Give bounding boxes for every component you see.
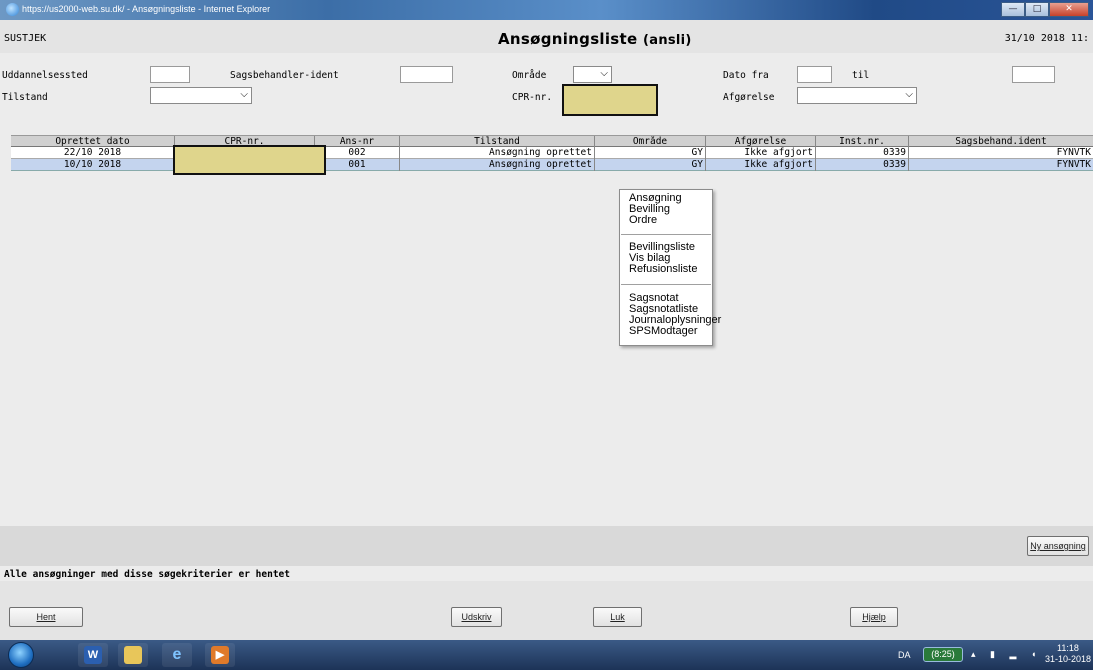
hjaelp-button[interactable]: Hjælp: [850, 607, 898, 627]
page-title: Ansøgningsliste (ansli): [498, 30, 692, 48]
cell-ans-nr: 001: [315, 159, 400, 171]
tray-icons[interactable]: ▴ ▮ ▂ ◖: [971, 649, 1042, 660]
menu-item-spsmodtager[interactable]: SPSModtager: [629, 326, 697, 337]
til-label: til: [852, 70, 870, 81]
word-icon: W: [84, 646, 102, 664]
app-client-area: SUSTJEK Ansøgningsliste (ansli) 31/10 20…: [0, 20, 1093, 640]
internet-explorer-icon: [6, 3, 19, 16]
omraade-label: Område: [512, 70, 547, 81]
omraade-select[interactable]: ⌵: [573, 66, 612, 83]
cell-oprettet-dato: 10/10 2018: [11, 159, 175, 171]
maximize-button[interactable]: □: [1025, 2, 1049, 17]
til-input[interactable]: [1012, 66, 1055, 83]
cell-inst-nr: 0339: [816, 159, 909, 171]
uddannelsessted-label: Uddannelsessted: [2, 70, 88, 81]
button-bar: Hent Udskriv Luk Hjælp: [0, 581, 1093, 640]
uddannelsessted-input[interactable]: [150, 66, 190, 83]
window-controls: — □ ✕: [1001, 2, 1089, 17]
cell-omraade: GY: [595, 159, 706, 171]
chevron-down-icon: ⌵: [600, 68, 608, 79]
luk-button[interactable]: Luk: [593, 607, 642, 627]
cell-tilstand: Ansøgning oprettet: [400, 159, 595, 171]
cell-sagsbehand-ident: FYNVTK: [1056, 159, 1091, 170]
cell-inst-nr: 0339: [816, 147, 909, 159]
menu-separator: [621, 284, 711, 285]
system-name: SUSTJEK: [4, 33, 47, 44]
udskriv-button[interactable]: Udskriv: [451, 607, 502, 627]
taskbar: W e ▶ DA (8:25) ▴ ▮ ▂ ◖ 11:18 31-10-2018: [0, 640, 1093, 670]
taskbar-internet-explorer[interactable]: e: [162, 643, 192, 667]
media-player-icon: ▶: [211, 646, 229, 664]
cell-afgoerelse: Ikke afgjort: [706, 147, 816, 159]
cell-ans-nr: 002: [315, 147, 400, 159]
hent-button[interactable]: Hent: [9, 607, 83, 627]
taskbar-word[interactable]: W: [78, 643, 108, 667]
cell-oprettet-dato: 22/10 2018: [11, 147, 175, 159]
sagsbehandler-input[interactable]: [400, 66, 453, 83]
clock-date: 31-10-2018: [1044, 654, 1091, 664]
menu-item-refusionsliste[interactable]: Refusionsliste: [629, 264, 697, 275]
cell-afgoerelse: Ikke afgjort: [706, 159, 816, 171]
window-title-bar: https://us2000-web.su.dk/ - Ansøgningsli…: [0, 0, 1093, 20]
ny-ansoegning-button[interactable]: Ny ansøgning: [1027, 536, 1089, 556]
taskbar-media[interactable]: ▶: [205, 643, 235, 667]
page-header: SUSTJEK Ansøgningsliste (ansli) 31/10 20…: [0, 20, 1093, 53]
clock[interactable]: 11:18 31-10-2018: [1045, 643, 1091, 665]
page-title-text: Ansøgningsliste: [498, 30, 638, 48]
action-panel: Ny ansøgning: [0, 526, 1093, 566]
window-title: https://us2000-web.su.dk/ - Ansøgningsli…: [22, 4, 271, 14]
tilstand-label: Tilstand: [2, 92, 48, 103]
cell-omraade: GY: [595, 147, 706, 159]
cell-tilstand: Ansøgning oprettet: [400, 147, 595, 159]
dato-fra-label: Dato fra: [723, 70, 769, 81]
system-tray: DA (8:25) ▴ ▮ ▂ ◖ 11:18 31-10-2018: [893, 640, 1093, 670]
language-indicator[interactable]: DA: [898, 650, 911, 660]
dato-fra-input[interactable]: [797, 66, 832, 83]
close-button[interactable]: ✕: [1049, 2, 1089, 17]
battery-indicator[interactable]: (8:25): [923, 647, 963, 662]
windows-start-icon[interactable]: [8, 642, 34, 668]
sagsbehandler-label: Sagsbehandler-ident: [230, 70, 339, 81]
clock-time: 11:18: [1057, 643, 1079, 653]
folder-icon: [124, 646, 142, 664]
cpr-column-redacted: [173, 145, 326, 175]
status-message: Alle ansøgninger med disse søgekriterier…: [4, 569, 290, 580]
cpr-input-redacted[interactable]: [562, 84, 658, 116]
afgoerelse-select[interactable]: ⌵: [797, 87, 917, 104]
chevron-down-icon: ⌵: [905, 89, 913, 100]
tilstand-select[interactable]: ⌵: [150, 87, 252, 104]
cpr-label: CPR-nr.: [512, 92, 553, 103]
menu-separator: [621, 234, 711, 235]
header-datetime: 31/10 2018 11:: [1004, 33, 1089, 44]
minimize-button[interactable]: —: [1001, 2, 1025, 17]
context-menu: Ansøgning Bevilling Ordre Bevillingslist…: [619, 189, 721, 346]
internet-explorer-icon: e: [172, 646, 182, 663]
menu-item-ordre[interactable]: Ordre: [629, 215, 657, 226]
page-code: (ansli): [643, 33, 692, 48]
taskbar-explorer[interactable]: [118, 643, 148, 667]
cell-sagsbehand-ident: FYNVTK: [1056, 147, 1091, 158]
afgoerelse-label: Afgørelse: [723, 92, 775, 103]
chevron-down-icon: ⌵: [240, 89, 248, 100]
